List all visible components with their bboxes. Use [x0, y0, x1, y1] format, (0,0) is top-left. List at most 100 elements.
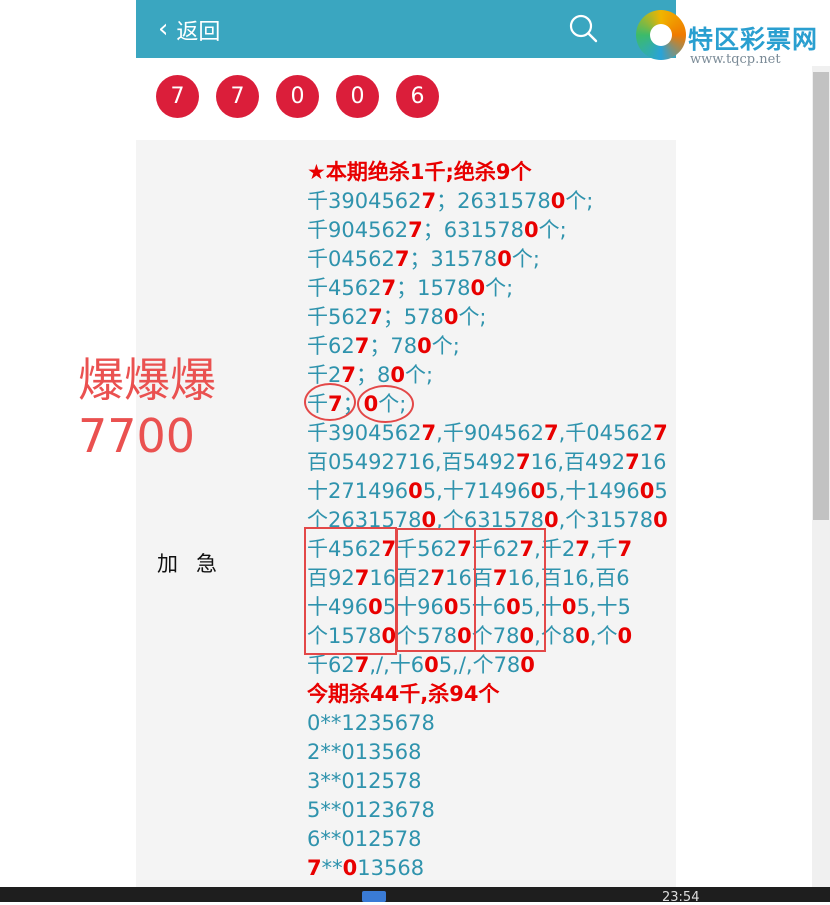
content-text: 个; [458, 305, 487, 329]
urgent-label: 加急 [157, 552, 235, 576]
result-ball: 7 [216, 75, 259, 118]
result-ball: 7 [156, 75, 199, 118]
content-line: 百05492716,百5492716,百492716 [307, 448, 668, 477]
content-text: ,/,十6 [369, 653, 425, 677]
highlight-digit: 7 [516, 450, 531, 474]
highlight-digit: 0 [550, 189, 566, 213]
content-line: 今期杀44千,杀94个 [307, 680, 668, 709]
content-text: 13568 [357, 856, 425, 880]
content-text: 5,十5 [576, 595, 631, 619]
annotation-box [396, 528, 476, 652]
content-text: ,个31578 [558, 508, 654, 532]
highlight-digit: 7 [617, 537, 633, 561]
highlight-digit: 0 [443, 305, 459, 329]
content-text: 千3904562 [307, 421, 422, 445]
content-text: 5,十1496 [545, 479, 640, 503]
content-text: 千4562 [307, 276, 382, 300]
section-heading: 今期杀44千,杀94个 [307, 682, 500, 706]
content-line: 0**1235678 [307, 709, 668, 738]
content-text: 百054927 [307, 450, 409, 474]
content-line: ★本期绝杀1千;绝杀9个 [307, 158, 668, 187]
content-line: 千9045627；6315780个; [307, 216, 668, 245]
result-ball: 0 [336, 75, 379, 118]
content-line: 十27149605,十7149605,十149605 [307, 477, 668, 506]
content-text: ；1578 [396, 276, 471, 300]
content-text: 0**1235678 [307, 711, 435, 735]
logo-swirl-icon [636, 10, 686, 60]
content-text: 千62 [307, 334, 355, 358]
highlight-digit: 0 [520, 653, 535, 677]
annotation-circle [357, 385, 414, 423]
highlight-digit: 0 [342, 856, 358, 880]
content-line: 千39045627,千9045627,千045627 [307, 419, 668, 448]
content-line: 5**0123678 [307, 796, 668, 825]
logo-title: 特区彩票网 [688, 25, 819, 54]
highlight-digit: 7 [544, 421, 559, 445]
content-line: 3**012578 [307, 767, 668, 796]
section-heading: ★本期绝杀1千;绝杀9个 [307, 160, 532, 184]
content-text: ,千 [589, 537, 618, 561]
content-text: 千04562 [307, 247, 395, 271]
highlight-digit: 7 [421, 421, 437, 445]
chevron-left-icon: ‹ [158, 14, 169, 44]
content-text: 千562 [307, 305, 369, 329]
highlight-digit: 7 [394, 247, 410, 271]
annotation-box [474, 528, 546, 652]
highlight-digit: 0 [561, 595, 577, 619]
content-text: 5,十71496 [422, 479, 531, 503]
content-text: 个; [431, 334, 460, 358]
result-ball: 6 [396, 75, 439, 118]
content-line: 千45627；15780个; [307, 274, 668, 303]
highlight-digit: 7 [354, 653, 370, 677]
content-text: ；78 [369, 334, 418, 358]
content-text: ；2631578 [436, 189, 551, 213]
logo-url: www.tqcp.net [690, 52, 781, 67]
taskbar-clock: 23:54 [662, 890, 700, 905]
content-text: 千904562 [307, 218, 409, 242]
content-text: 个; [565, 189, 594, 213]
scrollbar-thumb[interactable] [813, 72, 829, 520]
content-text: 个; [405, 363, 434, 387]
highlight-digit: 0 [470, 276, 486, 300]
content-text: 个; [511, 247, 540, 271]
highlight-digit: 0 [497, 247, 512, 271]
highlight-digit: 7 [653, 421, 668, 445]
content-text: 16,百5492 [408, 450, 517, 474]
content-text: 5 [654, 479, 668, 503]
content-text: ；631578 [422, 218, 524, 242]
highlight-digit: 7 [421, 189, 437, 213]
content-text: 16 [639, 450, 667, 474]
content-line: 2**013568 [307, 738, 668, 767]
result-ball: 0 [276, 75, 319, 118]
content-text: 个; [538, 218, 567, 242]
content-text: 5**0123678 [307, 798, 435, 822]
overlay-annotation: 爆爆爆 7700 [78, 352, 216, 464]
search-icon[interactable] [568, 13, 598, 43]
back-label: 返回 [176, 20, 221, 45]
highlight-digit: 0 [390, 363, 405, 387]
back-button[interactable]: ‹ 返回 [158, 14, 220, 46]
content-text: ,千904562 [436, 421, 544, 445]
content-line: 6**012578 [307, 825, 668, 854]
highlight-digit: 0 [530, 479, 546, 503]
content-text: ；31578 [409, 247, 498, 271]
highlight-digit: 7 [368, 305, 383, 329]
annotation-box [304, 527, 397, 655]
overlay-line: 7700 [78, 409, 196, 463]
taskbar [0, 887, 830, 902]
top-bar: ‹ 返回 [136, 0, 676, 58]
content-text: 千3904562 [307, 189, 422, 213]
highlight-digit: 0 [575, 624, 590, 648]
annotation-circle [304, 383, 356, 421]
content-text: 个; [485, 276, 514, 300]
content-text: ,千04562 [558, 421, 654, 445]
content-text: ；578 [382, 305, 444, 329]
highlight-digit: 0 [424, 653, 439, 677]
highlight-digit: 0 [653, 508, 668, 532]
highlight-digit: 7 [408, 218, 423, 242]
content-line: 千39045627；26315780个; [307, 187, 668, 216]
input-method-icon[interactable] [362, 891, 386, 902]
highlight-digit: 0 [617, 624, 633, 648]
highlight-digit: 7 [307, 856, 322, 880]
content-text: 5,/,个78 [438, 653, 521, 677]
